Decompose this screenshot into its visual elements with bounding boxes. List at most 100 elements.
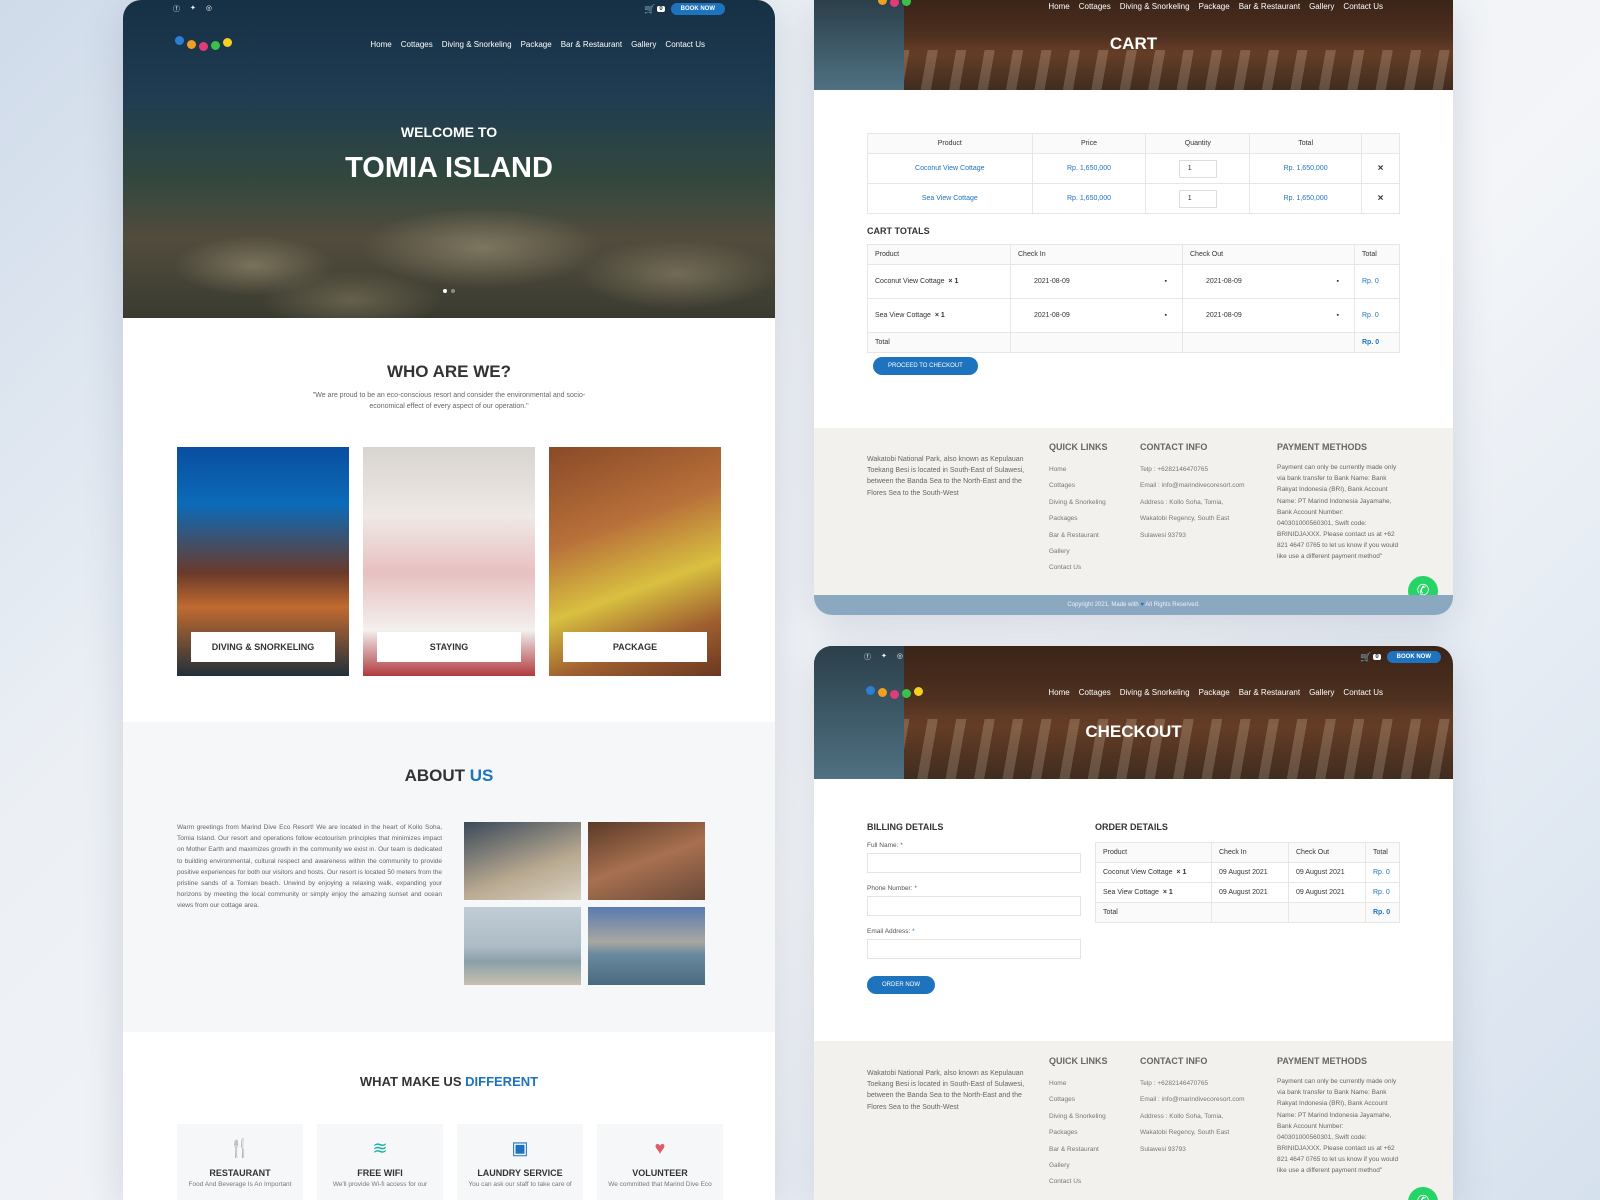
nav-item[interactable]: Home bbox=[1048, 688, 1069, 697]
nav-item[interactable]: Gallery bbox=[1309, 688, 1334, 697]
package-card[interactable]: PACKAGE bbox=[549, 447, 721, 676]
footer-link[interactable]: Cottages bbox=[1049, 1092, 1108, 1108]
book-now-button[interactable]: BOOK NOW bbox=[1386, 651, 1441, 663]
email-address-input[interactable] bbox=[867, 939, 1081, 959]
remove-item-icon[interactable]: × bbox=[1361, 183, 1400, 214]
footer-contact: CONTACT INFO Telp : +6282146470765 Email… bbox=[1140, 442, 1245, 539]
gallery-photo[interactable] bbox=[588, 907, 705, 985]
resort-logo[interactable] bbox=[173, 32, 235, 56]
twitter-icon[interactable]: ✦ bbox=[190, 4, 196, 14]
footer-contact: CONTACT INFO Telp : +6282146470765 Email… bbox=[1140, 1056, 1245, 1153]
nav-item[interactable]: Home bbox=[370, 40, 391, 49]
cart-icon[interactable]: 🛒 0 bbox=[644, 4, 665, 15]
slider-dots[interactable] bbox=[123, 280, 775, 298]
quantity-input[interactable]: 1 bbox=[1178, 189, 1217, 208]
nav-item[interactable]: Cottages bbox=[401, 40, 433, 49]
gallery-photo[interactable] bbox=[588, 822, 705, 900]
footer-link[interactable]: Gallery bbox=[1049, 1158, 1108, 1174]
social-links: ⓕ ✦ ◎ bbox=[864, 652, 903, 662]
staying-card-label[interactable]: STAYING bbox=[377, 632, 521, 662]
gallery-photo[interactable] bbox=[464, 907, 581, 985]
calendar-icon[interactable]: ▪ bbox=[1165, 278, 1167, 285]
nav-item[interactable]: Bar & Restaurant bbox=[561, 40, 622, 49]
calendar-icon[interactable]: ▪ bbox=[1165, 312, 1167, 319]
twitter-icon[interactable]: ✦ bbox=[881, 652, 887, 662]
footer-link[interactable]: Bar & Restaurant bbox=[1049, 1142, 1108, 1158]
package-card-label[interactable]: PACKAGE bbox=[563, 632, 707, 662]
footer-link[interactable]: Contact Us bbox=[1049, 1174, 1108, 1190]
nav-menu: Home Cottages Diving & Snorkeling Package Ba… bbox=[370, 40, 705, 49]
footer-link[interactable]: Diving & Snorkeling bbox=[1049, 495, 1108, 511]
washing-machine-icon: ▣ bbox=[511, 1138, 529, 1158]
top-bar: ⓕ ✦ ◎ 🛒 0 BOOK NOW bbox=[173, 3, 725, 15]
nav-item[interactable]: Diving & Snorkeling bbox=[1120, 688, 1190, 697]
full-name-input[interactable] bbox=[867, 853, 1081, 873]
table-row: Coconut View Cottage × 1 2021-08-09 ▪ 202… bbox=[867, 264, 1400, 299]
footer-link[interactable]: Cottages bbox=[1049, 478, 1108, 494]
footer-link[interactable]: Packages bbox=[1049, 1125, 1108, 1141]
nav-item[interactable]: Contact Us bbox=[665, 40, 705, 49]
hero-banner: ⓕ ✦ ◎ 🛒 0 BOOK NOW Home Cottages Diving & S… bbox=[123, 0, 775, 318]
calendar-icon[interactable]: ▪ bbox=[1337, 278, 1339, 285]
footer-link[interactable]: Gallery bbox=[1049, 544, 1108, 560]
cart-hero-banner: Home Cottages Diving & Snorkeling Package Ba… bbox=[814, 0, 1453, 90]
check-in-date-field[interactable]: 2021-08-09 ▪ bbox=[1010, 264, 1183, 299]
top-bar: ⓕ ✦ ◎ 🛒 0 BOOK NOW bbox=[864, 651, 1441, 663]
check-in-date-field[interactable]: 2021-08-09 ▪ bbox=[1010, 298, 1183, 333]
table-row: Sea View Cottage × 1 09 August 2021 09 A… bbox=[1095, 882, 1400, 903]
instagram-icon[interactable]: ◎ bbox=[897, 652, 903, 662]
book-now-button[interactable]: BOOK NOW bbox=[670, 3, 725, 15]
footer-link[interactable]: Contact Us bbox=[1049, 560, 1108, 576]
check-out-date-field[interactable]: 2021-08-09 ▪ bbox=[1182, 264, 1355, 299]
proceed-to-checkout-button[interactable]: PROCEED TO CHECKOUT bbox=[873, 357, 978, 375]
nav-item[interactable]: Contact Us bbox=[1343, 2, 1383, 11]
nav-item[interactable]: Bar & Restaurant bbox=[1239, 688, 1300, 697]
facebook-icon[interactable]: ⓕ bbox=[173, 4, 180, 14]
nav-item[interactable]: Package bbox=[1199, 688, 1230, 697]
staying-card[interactable]: STAYING bbox=[363, 447, 535, 676]
resort-logo[interactable] bbox=[864, 680, 926, 704]
footer-link[interactable]: Packages bbox=[1049, 511, 1108, 527]
nav-item[interactable]: Contact Us bbox=[1343, 688, 1383, 697]
footer-link[interactable]: Bar & Restaurant bbox=[1049, 528, 1108, 544]
footer-link[interactable]: Home bbox=[1049, 462, 1108, 478]
nav-item[interactable]: Home bbox=[1048, 2, 1069, 11]
quantity-input[interactable]: 1 bbox=[1178, 159, 1217, 178]
cart-page-panel: Home Cottages Diving & Snorkeling Package Ba… bbox=[814, 0, 1453, 615]
order-details: ORDER DETAILS Product Check In Check Out… bbox=[1095, 822, 1400, 923]
whatsapp-chat-button[interactable]: ✆ bbox=[1408, 1187, 1438, 1200]
cart-icon[interactable]: 🛒 0 bbox=[1360, 652, 1381, 663]
cart-product-link[interactable]: Coconut View Cottage bbox=[867, 153, 1033, 184]
phone-number-input[interactable] bbox=[867, 896, 1081, 916]
about-gallery bbox=[464, 822, 705, 985]
footer-link[interactable]: Diving & Snorkeling bbox=[1049, 1109, 1108, 1125]
nav-item[interactable]: Bar & Restaurant bbox=[1239, 2, 1300, 11]
footer-about: Wakatobi National Park, also known as Ke… bbox=[867, 1070, 1025, 1111]
nav-item[interactable]: Cottages bbox=[1079, 688, 1111, 697]
cart-product-link[interactable]: Sea View Cottage bbox=[867, 183, 1033, 214]
gallery-photo[interactable] bbox=[464, 822, 581, 900]
different-title: WHAT MAKE US DIFFERENT bbox=[359, 1074, 539, 1089]
about-section: ABOUT US Warm greetings from Marind Dive… bbox=[123, 722, 775, 1032]
calendar-icon[interactable]: ▪ bbox=[1337, 312, 1339, 319]
resort-logo[interactable] bbox=[864, 0, 926, 18]
remove-item-icon[interactable]: × bbox=[1361, 153, 1400, 184]
diving-card[interactable]: DIVING & SNORKELING bbox=[177, 447, 349, 676]
order-now-button[interactable]: ORDER NOW bbox=[867, 976, 935, 994]
nav-item[interactable]: Diving & Snorkeling bbox=[442, 40, 512, 49]
footer-link[interactable]: Home bbox=[1049, 1076, 1108, 1092]
instagram-icon[interactable]: ◎ bbox=[206, 4, 212, 14]
nav-item[interactable]: Diving & Snorkeling bbox=[1120, 2, 1190, 11]
facebook-icon[interactable]: ⓕ bbox=[864, 652, 871, 662]
billing-title: BILLING DETAILS bbox=[867, 822, 944, 832]
nav-item[interactable]: Cottages bbox=[1079, 2, 1111, 11]
features-row: 🍴 RESTAURANT Food And Beverage Is An Imp… bbox=[177, 1124, 723, 1200]
diving-card-label[interactable]: DIVING & SNORKELING bbox=[191, 632, 335, 662]
nav-item[interactable]: Package bbox=[1199, 2, 1230, 11]
check-out-date-field[interactable]: 2021-08-09 ▪ bbox=[1182, 298, 1355, 333]
nav-item[interactable]: Package bbox=[521, 40, 552, 49]
table-row: Coconut View Cottage × 1 09 August 2021 … bbox=[1095, 862, 1400, 883]
nav-item[interactable]: Gallery bbox=[1309, 2, 1334, 11]
nav-item[interactable]: Gallery bbox=[631, 40, 656, 49]
copyright-bar: Copyright 2021. Made with ♥ All Rights R… bbox=[814, 595, 1453, 615]
